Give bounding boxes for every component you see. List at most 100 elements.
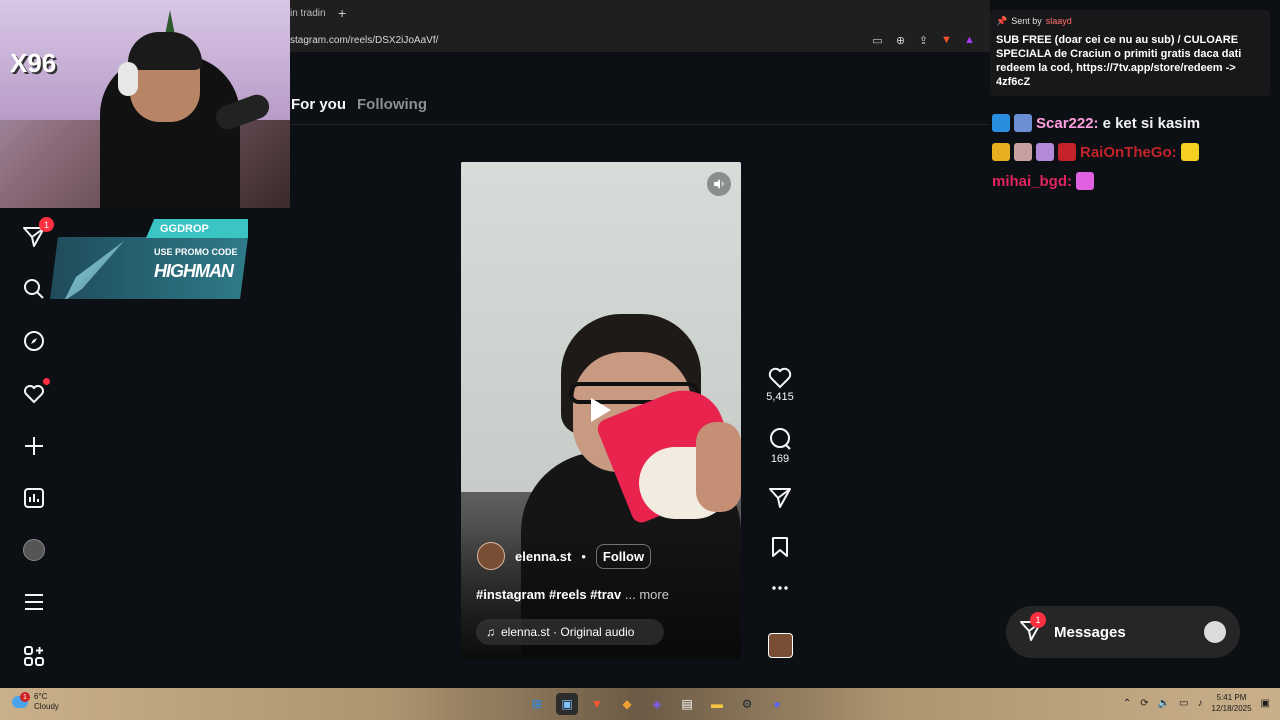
crown-badge-icon: [992, 143, 1010, 161]
brave-rewards-icon[interactable]: ▲: [963, 34, 976, 46]
taskbar-apps: ⊞ ▣ ▼ ◆ ◈ ▤ ▬ ⚙ ●: [526, 693, 788, 715]
audio-label: elenna.st · Original audio: [501, 625, 635, 639]
weather-badge: 1: [20, 692, 30, 702]
task-view-icon[interactable]: ▣: [556, 693, 578, 715]
brave-shield-icon[interactable]: ▼: [940, 34, 953, 46]
nav-messages[interactable]: 1: [20, 217, 54, 251]
instagram-reels-page: For you Following elenna.st • Follow #in…: [290, 52, 990, 688]
send-icon[interactable]: [769, 487, 791, 509]
app-icon[interactable]: ◆: [616, 693, 638, 715]
weather-condition: Cloudy: [34, 702, 59, 711]
zoom-icon[interactable]: ⊕: [894, 34, 907, 47]
notification-dot: [43, 378, 50, 385]
comment-icon[interactable]: [768, 427, 792, 451]
chat-username[interactable]: Scar222:: [1036, 115, 1099, 132]
messages-label: Messages: [1054, 623, 1126, 641]
discord-icon[interactable]: ●: [766, 693, 788, 715]
network-icon[interactable]: ▭: [1179, 698, 1188, 709]
weather-widget[interactable]: 1 6°C Cloudy: [12, 692, 59, 712]
separator-dot: •: [581, 548, 586, 564]
pinned-prefix: Sent by: [1011, 16, 1042, 26]
compass-icon: [24, 331, 44, 351]
tab-following[interactable]: Following: [357, 96, 427, 113]
chat-username[interactable]: RaiOnTheGo:: [1080, 144, 1177, 161]
play-button[interactable]: [583, 392, 619, 428]
chevron-up-icon[interactable]: ⌃: [1123, 698, 1131, 709]
msg-icon-wrap: 1: [1020, 612, 1046, 644]
emote-icon: [1076, 172, 1095, 190]
plus-icon: [25, 437, 43, 455]
speaker-icon[interactable]: ♪: [1198, 698, 1203, 709]
gift-badge-icon: [1036, 143, 1054, 161]
promo-brand: GGDROP: [146, 219, 248, 238]
pinned-message: 📌 Sent by slaayd SUB FREE (doar cei ce n…: [990, 10, 1270, 96]
url-text[interactable]: stagram.com/reels/DSX2iJoAaVf/: [290, 35, 871, 46]
badge-icon: [1014, 114, 1032, 132]
clock-time: 5:41 PM: [1216, 693, 1247, 702]
nav-explore[interactable]: [20, 327, 48, 355]
promo-sword-graphic: [64, 241, 124, 299]
app-icon[interactable]: ◈: [646, 693, 668, 715]
browser-chrome: in trading + stagram.com/reels/DSX2iJoAa…: [290, 0, 990, 52]
pinned-sender[interactable]: slaayd: [1046, 16, 1072, 27]
volume-icon[interactable]: 🔈: [1158, 698, 1170, 709]
chat-message: mihai_bgd:: [992, 172, 1095, 190]
bookmark-icon[interactable]: [771, 536, 789, 558]
chat-username[interactable]: mihai_bgd:: [992, 173, 1072, 190]
author-name[interactable]: elenna.st: [515, 549, 571, 564]
share-icon[interactable]: ⇪: [917, 34, 930, 47]
brave-browser-icon[interactable]: ▼: [586, 693, 608, 715]
nav-profile[interactable]: [20, 536, 48, 564]
messages-badge: 1: [1030, 612, 1046, 628]
author-avatar[interactable]: [477, 542, 505, 570]
audio-thumbnail[interactable]: [768, 633, 793, 658]
laugh-emoji-icon: [1180, 143, 1199, 161]
browser-tab[interactable]: in trading: [290, 8, 326, 19]
chat-message: Scar222: e ket si kasim: [992, 114, 1200, 132]
clock[interactable]: 5:41 PM 12/18/2025: [1212, 692, 1252, 714]
chat-text: e ket si kasim: [1102, 114, 1201, 132]
audio-link[interactable]: ♫ elenna.st · Original audio: [476, 619, 664, 645]
grid-icon: [24, 646, 44, 666]
nav-more[interactable]: [20, 588, 48, 616]
nav-also-from-meta[interactable]: [20, 642, 48, 670]
sync-icon[interactable]: ⟳: [1140, 698, 1148, 709]
file-explorer-icon[interactable]: ▬: [706, 693, 728, 715]
music-note-icon: ♫: [486, 625, 495, 639]
nav-create[interactable]: [20, 432, 48, 460]
more-action: [760, 585, 800, 591]
new-tab-button[interactable]: +: [338, 5, 346, 21]
tab-strip: in trading +: [290, 0, 990, 26]
tab-for-you[interactable]: For you: [291, 96, 346, 113]
search-icon: [24, 279, 44, 299]
notification-icon[interactable]: ▣: [1261, 698, 1270, 709]
mute-button[interactable]: [707, 172, 731, 196]
more-dots-icon[interactable]: [771, 585, 789, 591]
windows-taskbar: 1 6°C Cloudy ⊞ ▣ ▼ ◆ ◈ ▤ ▬ ⚙ ● ⌃ ⟳ 🔈 ▭ ♪…: [0, 688, 1280, 720]
chat-message: RaiOnTheGo:: [992, 143, 1199, 161]
address-bar[interactable]: stagram.com/reels/DSX2iJoAaVf/ ▭ ⊕ ⇪ ▼ ▲: [290, 30, 990, 50]
windows-start-icon[interactable]: ⊞: [526, 693, 548, 715]
reel-hand: [696, 422, 741, 512]
promo-code: HIGHMAN: [154, 261, 234, 281]
pinned-text: SUB FREE (doar cei ce nu au sub) / CULOA…: [996, 34, 1242, 88]
caption-more-link[interactable]: ... more: [625, 587, 669, 602]
nav-search[interactable]: [20, 275, 48, 303]
reel-video[interactable]: elenna.st • Follow #instagram #reels #tr…: [461, 162, 741, 659]
messages-button[interactable]: 1 Messages: [1006, 606, 1240, 658]
nav-dashboard[interactable]: [20, 484, 48, 512]
webcam-overlay: X96: [0, 0, 290, 208]
badge-icon: [1014, 143, 1032, 161]
follow-button[interactable]: Follow: [595, 543, 652, 569]
divider: [290, 124, 990, 125]
reel-author: elenna.st • Follow: [477, 542, 652, 570]
reel-caption: #instagram #reels #trav ... more: [476, 587, 669, 602]
promo-label: USE PROMO CODE: [154, 247, 238, 257]
nav-notifications[interactable]: [20, 378, 50, 408]
caption-text: #instagram #reels #trav: [476, 587, 622, 602]
cast-icon[interactable]: ▭: [871, 34, 884, 47]
cloud-icon: 1: [12, 692, 30, 708]
steam-icon[interactable]: ⚙: [736, 693, 758, 715]
heart-icon[interactable]: [768, 367, 792, 389]
app-icon[interactable]: ▤: [676, 693, 698, 715]
